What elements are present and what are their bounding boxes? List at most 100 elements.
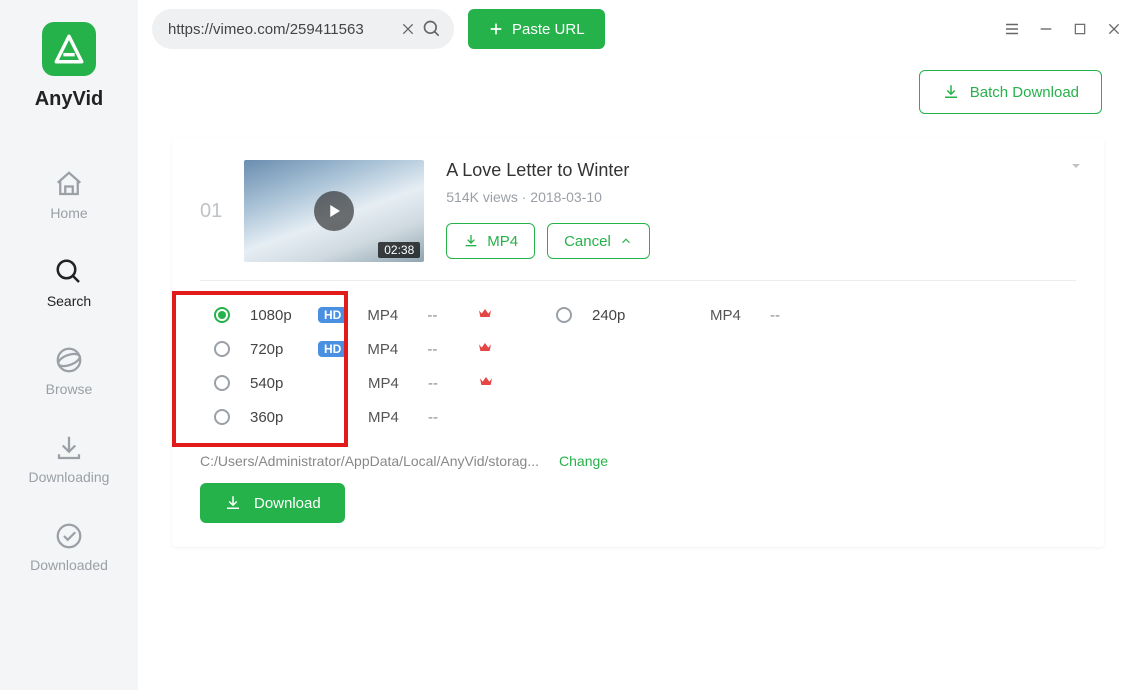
batch-download-row: Batch Download [138, 58, 1138, 126]
mp4-label: MP4 [487, 233, 518, 250]
top-bar: Paste URL [138, 0, 1138, 58]
download-button[interactable]: Download [200, 483, 345, 523]
quality-resolution: 1080p [250, 307, 298, 324]
quality-size: -- [427, 341, 457, 358]
quality-resolution: 720p [250, 341, 298, 358]
main-area: Paste URL Batch Download 01 [138, 0, 1138, 690]
collapse-button[interactable] [1068, 158, 1084, 179]
cancel-button[interactable]: Cancel [547, 223, 650, 259]
play-overlay [314, 191, 354, 231]
change-path-button[interactable]: Change [559, 453, 608, 469]
sidebar-item-label: Browse [46, 381, 93, 397]
app-name: AnyVid [35, 88, 104, 111]
radio-button[interactable] [214, 409, 230, 425]
browse-icon [54, 345, 84, 375]
quality-resolution: 360p [250, 409, 298, 426]
quality-format: MP4 [367, 341, 407, 358]
maximize-button[interactable] [1070, 19, 1090, 39]
quality-column-left: 1080pHDMP4--720pHDMP4--540pMP4--360pMP4-… [214, 303, 496, 429]
hd-badge: HD [318, 341, 347, 357]
video-subtitle: 514K views · 2018-03-10 [446, 189, 1076, 205]
quality-format: MP4 [710, 307, 750, 324]
close-icon [1106, 21, 1122, 37]
batch-download-label: Batch Download [970, 84, 1079, 101]
menu-button[interactable] [1002, 19, 1022, 39]
url-input[interactable] [168, 21, 396, 38]
window-controls [1002, 19, 1124, 39]
sidebar: AnyVid Home Search Browse Downloading Do… [0, 0, 138, 690]
save-path: C:/Users/Administrator/AppData/Local/Any… [200, 453, 539, 469]
sidebar-item-label: Downloaded [30, 557, 108, 573]
quality-size: -- [428, 409, 458, 426]
url-input-box [152, 9, 454, 49]
radio-button[interactable] [214, 375, 230, 391]
radio-button[interactable] [556, 307, 572, 323]
menu-icon [1003, 20, 1021, 38]
separator [200, 280, 1076, 281]
sidebar-item-label: Home [50, 205, 87, 221]
quality-option[interactable]: 1080pHDMP4-- [214, 303, 496, 327]
crown-icon [477, 305, 493, 321]
result-meta: A Love Letter to Winter 514K views · 201… [446, 160, 1076, 259]
quality-option[interactable]: 240p MP4 -- [556, 303, 800, 327]
quality-resolution: 540p [250, 375, 298, 392]
radio-button[interactable] [214, 307, 230, 323]
minimize-button[interactable] [1036, 19, 1056, 39]
sidebar-item-label: Search [47, 293, 91, 309]
downloaded-icon [54, 521, 84, 551]
download-icon [942, 83, 960, 101]
result-header: 01 02:38 A Love Letter to Winter 514K vi… [200, 160, 1076, 262]
play-icon [325, 202, 343, 220]
radio-button[interactable] [214, 341, 230, 357]
video-views: 514K views [446, 189, 518, 205]
crown-icon [477, 339, 493, 355]
result-buttons: MP4 Cancel [446, 223, 1076, 259]
sidebar-item-search[interactable]: Search [0, 239, 138, 327]
search-icon [422, 19, 442, 39]
app-logo-block: AnyVid [35, 22, 104, 111]
quality-option[interactable]: 720p HD MP4 -- [214, 337, 496, 361]
quality-column-right: 240p MP4 -- [556, 303, 800, 429]
search-button[interactable] [420, 17, 444, 41]
quality-format: MP4 [368, 375, 408, 392]
maximize-icon [1073, 22, 1087, 36]
plus-icon [488, 21, 504, 37]
close-icon [400, 21, 416, 37]
batch-download-button[interactable]: Batch Download [919, 70, 1102, 114]
sidebar-item-downloading[interactable]: Downloading [0, 415, 138, 503]
quality-format: MP4 [368, 409, 408, 426]
crown-icon [478, 373, 494, 389]
save-path-row: C:/Users/Administrator/AppData/Local/Any… [200, 453, 1076, 469]
downloading-icon [54, 433, 84, 463]
quality-size: -- [770, 307, 800, 324]
download-icon [224, 494, 242, 512]
sidebar-item-home[interactable]: Home [0, 151, 138, 239]
mp4-button[interactable]: MP4 [446, 223, 535, 259]
quality-format: MP4 [367, 307, 407, 324]
quality-resolution: 240p [592, 307, 640, 324]
clear-url-button[interactable] [396, 17, 420, 41]
hd-badge: HD [318, 307, 347, 323]
video-date: 2018-03-10 [530, 189, 602, 205]
premium-indicator [477, 339, 495, 360]
search-icon [54, 257, 84, 287]
quality-option[interactable]: 540p MP4 -- [214, 371, 496, 395]
paste-url-label: Paste URL [512, 21, 585, 38]
paste-url-button[interactable]: Paste URL [468, 9, 605, 49]
premium-indicator [478, 373, 496, 394]
download-icon [463, 233, 479, 249]
quality-option[interactable]: 360p MP4 -- [214, 405, 496, 429]
cancel-label: Cancel [564, 233, 611, 250]
result-index: 01 [200, 200, 222, 223]
sidebar-item-downloaded[interactable]: Downloaded [0, 503, 138, 591]
quality-size: -- [428, 375, 458, 392]
chevron-up-icon [619, 234, 633, 248]
result-card: 01 02:38 A Love Letter to Winter 514K vi… [172, 138, 1104, 547]
sidebar-item-label: Downloading [29, 469, 110, 485]
video-thumbnail[interactable]: 02:38 [244, 160, 424, 262]
close-window-button[interactable] [1104, 19, 1124, 39]
home-icon [54, 169, 84, 199]
minimize-icon [1038, 21, 1054, 37]
sidebar-item-browse[interactable]: Browse [0, 327, 138, 415]
chevron-down-icon [1068, 158, 1084, 174]
